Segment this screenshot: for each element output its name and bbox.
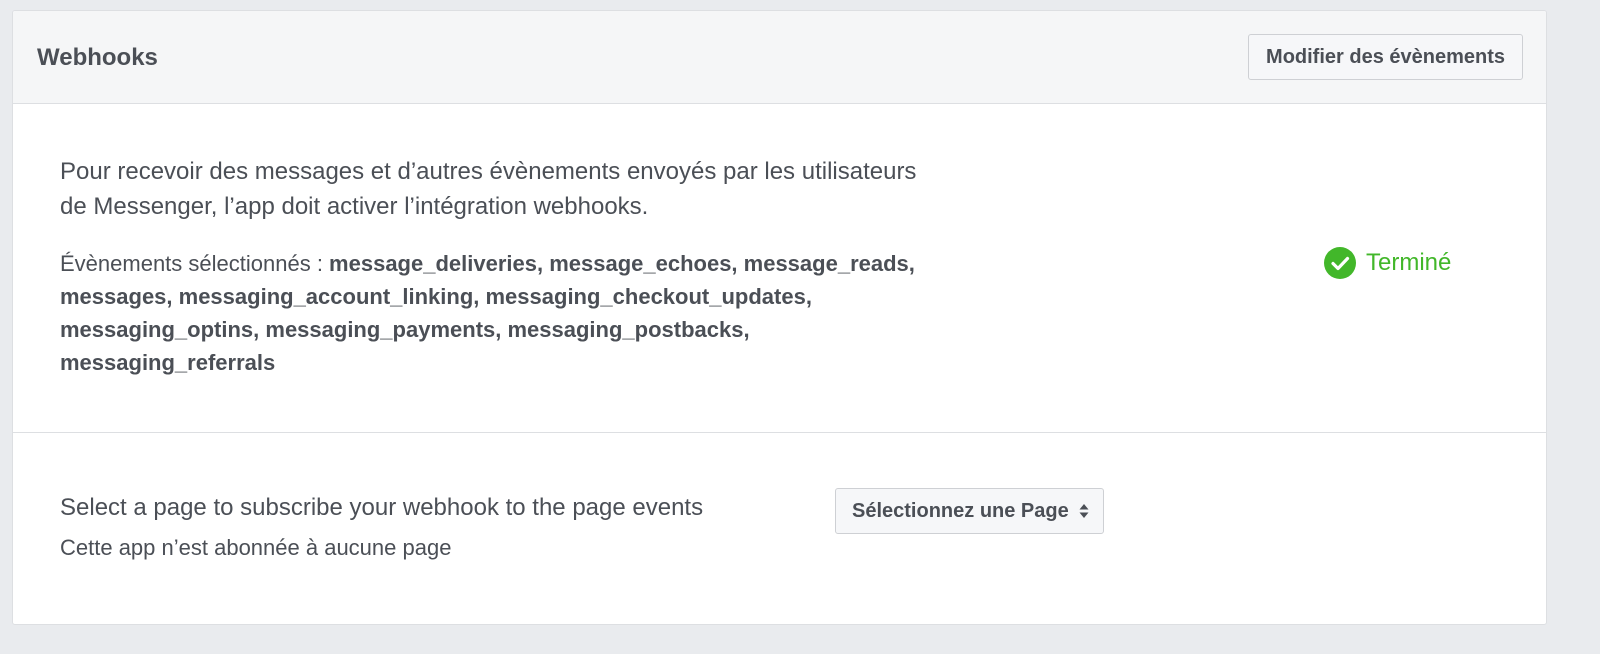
subscribe-instruction: Select a page to subscribe your webhook … — [60, 494, 704, 521]
edit-events-button[interactable]: Modifier des évènements — [1248, 34, 1523, 80]
page-select-dropdown[interactable]: Sélectionnez une Page — [835, 488, 1104, 534]
webhooks-panel: Webhooks Modifier des évènements Pour re… — [12, 10, 1547, 625]
status-complete: Terminé — [1324, 247, 1451, 279]
panel-title: Webhooks — [37, 44, 158, 71]
events-section: Pour recevoir des messages et d’autres é… — [13, 104, 1546, 433]
check-circle-icon — [1324, 247, 1356, 279]
subscribe-section: Select a page to subscribe your webhook … — [13, 433, 1546, 624]
sort-arrows-icon — [1079, 504, 1089, 518]
page-select-value: Sélectionnez une Page — [852, 499, 1069, 522]
subscription-status-note: Cette app n’est abonnée à aucune page — [60, 535, 452, 560]
selected-events-label: Évènements sélectionnés : — [60, 251, 330, 276]
webhooks-intro-text: Pour recevoir des messages et d’autres é… — [60, 158, 917, 220]
panel-header: Webhooks Modifier des évènements — [13, 11, 1546, 104]
status-label: Terminé — [1366, 249, 1452, 276]
selected-events: Évènements sélectionnés : message_delive… — [60, 247, 970, 379]
